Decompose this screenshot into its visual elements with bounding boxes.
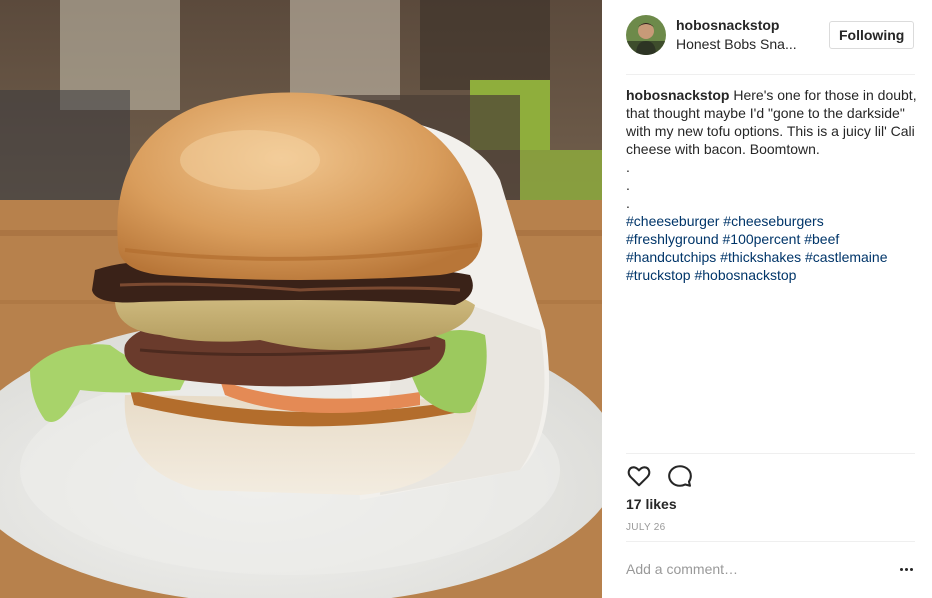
- post-username[interactable]: hobosnackstop: [676, 17, 779, 33]
- hashtags: #cheeseburger #cheeseburgers #freshlygro…: [626, 212, 918, 284]
- dot: [909, 567, 913, 571]
- following-button[interactable]: Following: [829, 21, 915, 49]
- post-photo[interactable]: [0, 0, 602, 598]
- comment-button[interactable]: [667, 463, 693, 489]
- divider: [626, 74, 915, 75]
- dot: [904, 567, 908, 571]
- caption-username[interactable]: hobosnackstop: [626, 87, 729, 103]
- post-caption: hobosnackstop Here's one for those in do…: [626, 86, 918, 284]
- hashtag-line[interactable]: #handcutchips #thickshakes #castlemaine: [626, 248, 918, 266]
- caption-dot: .: [626, 177, 630, 193]
- hashtag-line[interactable]: #cheeseburger #cheeseburgers: [626, 212, 918, 230]
- divider: [626, 453, 915, 454]
- burger-photo: [0, 0, 602, 598]
- hashtag-line[interactable]: #truckstop #hobosnackstop: [626, 266, 918, 284]
- caption-body: hobosnackstop Here's one for those in do…: [626, 86, 918, 158]
- hashtag-line[interactable]: #freshlyground #100percent #beef: [626, 230, 918, 248]
- more-options-icon[interactable]: [894, 560, 918, 578]
- like-button[interactable]: [626, 463, 652, 489]
- post-date: JULY 26: [626, 522, 666, 533]
- caption-dots: . . .: [626, 158, 918, 212]
- divider: [626, 541, 915, 542]
- avatar[interactable]: [626, 15, 666, 55]
- dot: [899, 567, 903, 571]
- comment-bubble-icon: [668, 465, 692, 487]
- post-location[interactable]: Honest Bobs Sna...: [676, 36, 811, 52]
- likes-count[interactable]: 17 likes: [626, 496, 677, 512]
- post-header: hobosnackstop Honest Bobs Sna... Followi…: [602, 0, 932, 75]
- avatar-image: [626, 15, 666, 55]
- caption-dot: .: [626, 159, 630, 175]
- heart-icon: [627, 466, 651, 487]
- post-side-panel: hobosnackstop Honest Bobs Sna... Followi…: [602, 0, 932, 598]
- instagram-post: hobosnackstop Honest Bobs Sna... Followi…: [0, 0, 932, 598]
- comment-input[interactable]: [626, 558, 886, 580]
- caption-dot: .: [626, 195, 630, 211]
